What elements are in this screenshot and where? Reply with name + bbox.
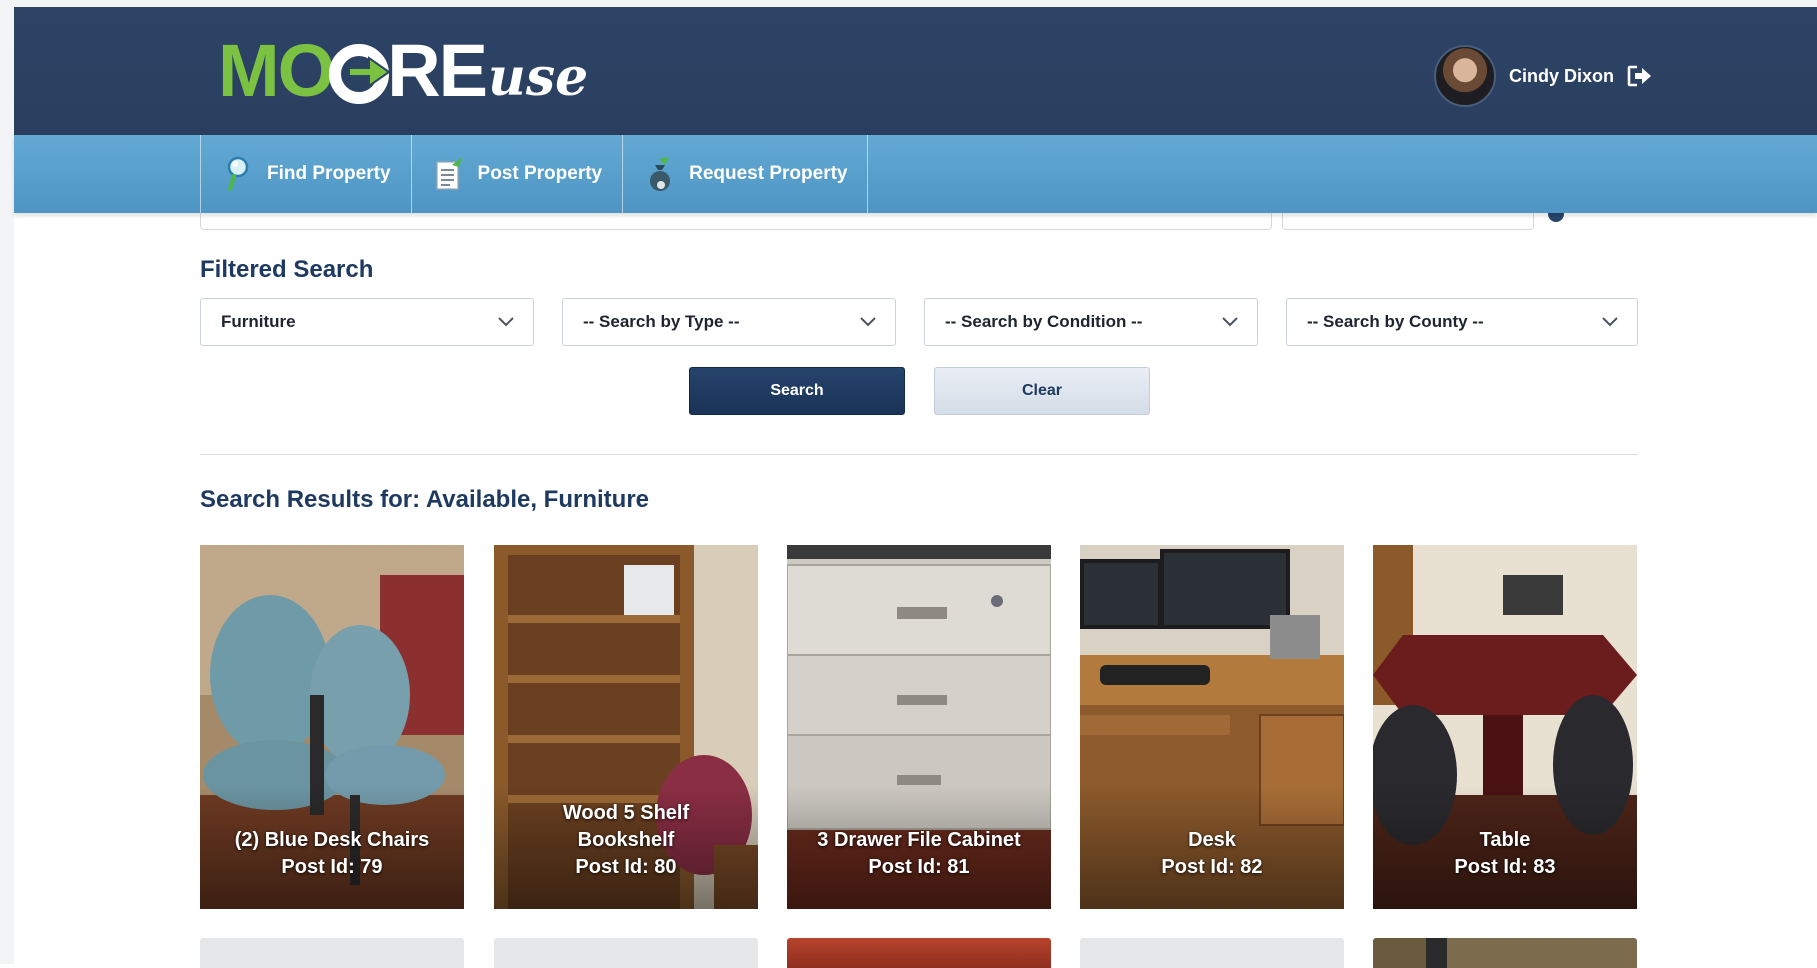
condition-select[interactable]: -- Search by Condition -- bbox=[924, 298, 1258, 346]
user-menu[interactable]: Cindy Dixon bbox=[1433, 45, 1653, 107]
magnifier-icon bbox=[227, 156, 249, 191]
nav-post-property-label: Post Property bbox=[477, 163, 603, 184]
user-name[interactable]: Cindy Dixon bbox=[1509, 66, 1614, 87]
avatar[interactable] bbox=[1433, 45, 1496, 107]
result-card[interactable]: 3 Drawer File Cabinet Post Id: 81 bbox=[787, 545, 1051, 909]
county-select-value: -- Search by County -- bbox=[1307, 312, 1484, 331]
type-select-value: -- Search by Type -- bbox=[583, 312, 740, 331]
item-post-id: Post Id: 83 bbox=[1454, 856, 1556, 878]
money-bag-icon bbox=[650, 157, 671, 191]
main-nav: Find Property Post Property Request Prop… bbox=[14, 135, 1817, 213]
page-top-strip bbox=[0, 0, 1817, 7]
condition-select-value: -- Search by Condition -- bbox=[945, 312, 1143, 331]
result-card[interactable]: Desk Post Id: 82 bbox=[1080, 545, 1344, 909]
result-card[interactable]: (2) Blue Desk Chairs Post Id: 79 bbox=[200, 545, 464, 909]
section-divider bbox=[200, 454, 1638, 455]
item-post-id: Post Id: 80 bbox=[575, 856, 677, 878]
card-caption: Wood 5 Shelf Bookshelf Post Id: 80 bbox=[494, 800, 758, 881]
result-card[interactable]: Table Post Id: 83 bbox=[1373, 545, 1637, 909]
card-caption: Desk Post Id: 82 bbox=[1080, 827, 1344, 881]
logo-text-mo: MO bbox=[218, 29, 335, 112]
search-results-heading: Search Results for: Available, Furniture bbox=[200, 486, 650, 513]
item-name: Table bbox=[1479, 829, 1531, 851]
page-left-strip bbox=[0, 0, 14, 964]
item-post-id: Post Id: 82 bbox=[1161, 856, 1263, 878]
document-post-icon bbox=[435, 157, 462, 190]
card-caption: (2) Blue Desk Chairs Post Id: 79 bbox=[200, 827, 464, 881]
logo-arrow-icon bbox=[329, 44, 391, 104]
nav-find-property-label: Find Property bbox=[267, 163, 391, 184]
logo-text-re: RE bbox=[387, 29, 488, 112]
nav-find-property[interactable]: Find Property bbox=[200, 135, 411, 213]
item-post-id: Post Id: 79 bbox=[281, 856, 383, 878]
clear-button[interactable]: Clear bbox=[934, 367, 1150, 415]
result-card[interactable]: Wood 5 Shelf Bookshelf Post Id: 80 bbox=[494, 545, 758, 909]
logout-icon[interactable] bbox=[1627, 65, 1653, 87]
category-select-value: Furniture bbox=[221, 312, 296, 331]
nav-post-property[interactable]: Post Property bbox=[410, 135, 623, 213]
logo-text-use: use bbox=[488, 47, 589, 108]
item-name: Desk bbox=[1188, 829, 1236, 851]
item-name: 3 Drawer File Cabinet bbox=[817, 829, 1021, 851]
card-caption: Table Post Id: 83 bbox=[1373, 827, 1637, 881]
item-name: Wood 5 Shelf Bookshelf bbox=[562, 802, 690, 851]
chevron-down-icon bbox=[1602, 317, 1618, 327]
chevron-down-icon bbox=[498, 317, 514, 327]
nav-request-property-label: Request Property bbox=[689, 163, 848, 184]
category-select[interactable]: Furniture bbox=[200, 298, 534, 346]
site-header: MO RE use Cindy Dixon bbox=[14, 7, 1817, 135]
type-select[interactable]: -- Search by Type -- bbox=[562, 298, 896, 346]
moreuse-logo[interactable]: MO RE use bbox=[218, 27, 588, 115]
filtered-search-heading: Filtered Search bbox=[200, 256, 374, 283]
county-select[interactable]: -- Search by County -- bbox=[1286, 298, 1638, 346]
nav-request-property[interactable]: Request Property bbox=[622, 135, 869, 213]
chevron-down-icon bbox=[1222, 317, 1238, 327]
item-name: (2) Blue Desk Chairs bbox=[234, 829, 430, 851]
search-button[interactable]: Search bbox=[689, 367, 905, 415]
item-post-id: Post Id: 81 bbox=[868, 856, 970, 878]
card-caption: 3 Drawer File Cabinet Post Id: 81 bbox=[787, 827, 1051, 881]
chevron-down-icon bbox=[860, 317, 876, 327]
